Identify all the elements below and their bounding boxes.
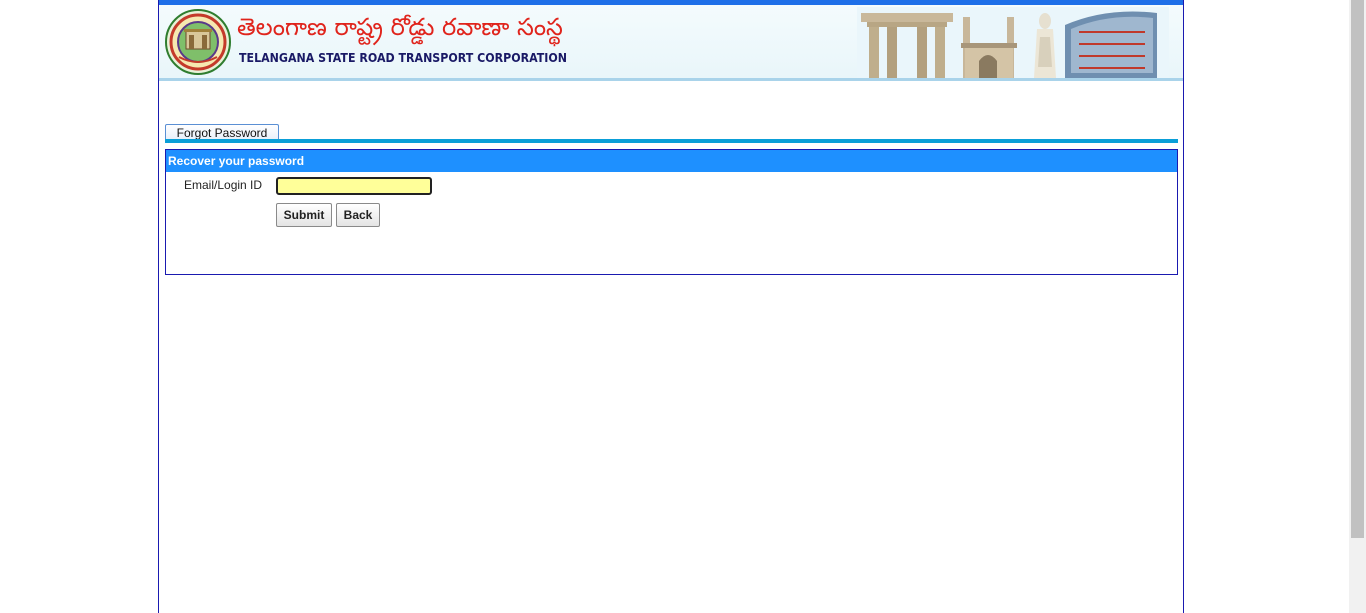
- email-field[interactable]: [276, 177, 432, 195]
- site-header: తెలంగాణ రాష్ట్ర రోడ్డు రవాణా సంస్థ TELAN…: [159, 5, 1183, 78]
- title-telugu: తెలంగాణ రాష్ట్ర రోడ్డు రవాణా సంస్థ: [237, 13, 563, 41]
- submit-button[interactable]: Submit: [276, 203, 332, 227]
- page-frame: తెలంగాణ రాష్ట్ర రోడ్డు రవాణా సంస్థ TELAN…: [158, 0, 1184, 613]
- panel-heading: Recover your password: [166, 150, 1177, 172]
- tab-forgot-password[interactable]: Forgot Password: [165, 124, 279, 140]
- title-english: TELANGANA STATE ROAD TRANSPORT CORPORATI…: [239, 51, 568, 65]
- tab-underline: [165, 139, 1178, 143]
- monuments-banner-icon: [857, 7, 1169, 78]
- recover-password-panel: Recover your password Email/Login ID Sub…: [165, 149, 1178, 275]
- email-label: Email/Login ID: [184, 178, 263, 192]
- tsrtc-logo-icon: [165, 9, 231, 75]
- vertical-scrollbar[interactable]: [1349, 0, 1366, 613]
- header-divider: [159, 78, 1183, 81]
- back-button[interactable]: Back: [336, 203, 380, 227]
- scrollbar-thumb[interactable]: [1351, 0, 1364, 538]
